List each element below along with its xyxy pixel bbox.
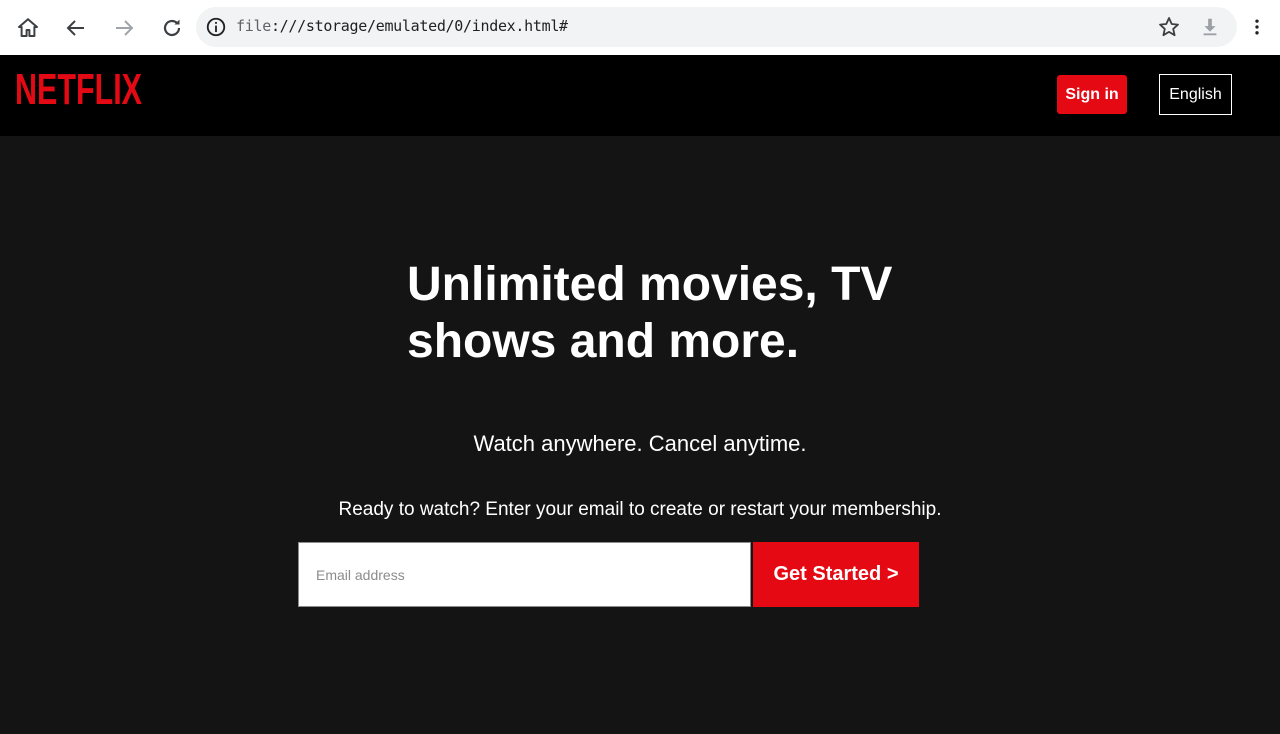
language-selector[interactable]: English <box>1159 74 1232 115</box>
netflix-logo[interactable]: NETFLIX <box>15 69 143 107</box>
browser-menu-button[interactable] <box>1245 13 1269 41</box>
sign-in-button[interactable]: Sign in <box>1057 75 1127 114</box>
bookmark-button[interactable] <box>1155 13 1183 41</box>
more-vert-icon <box>1255 19 1259 35</box>
star-icon <box>1159 17 1179 37</box>
site-header: NETFLIX Sign in English <box>0 55 1280 136</box>
get-started-button[interactable]: Get Started > <box>753 542 919 607</box>
back-arrow-icon <box>66 20 84 36</box>
url-scheme: file <box>236 17 271 35</box>
netflix-logo-text: NETFLIX <box>15 69 142 107</box>
forward-button[interactable] <box>107 11 141 45</box>
url-text[interactable]: file:///storage/emulated/0/index.html# <box>236 17 568 35</box>
back-button[interactable] <box>59 11 93 45</box>
download-button[interactable] <box>1196 13 1224 41</box>
home-button[interactable] <box>11 11 45 45</box>
membership-prompt: Ready to watch? Enter your email to crea… <box>338 499 942 520</box>
reload-icon <box>163 19 181 37</box>
hero-title: Unlimited movies, TV shows and more. <box>407 258 893 368</box>
reload-button[interactable] <box>155 11 189 45</box>
info-icon[interactable] <box>205 16 227 38</box>
address-bar[interactable]: file:///storage/emulated/0/index.html# <box>196 7 1237 47</box>
email-input[interactable] <box>298 542 751 607</box>
home-icon <box>18 18 38 37</box>
forward-arrow-icon <box>116 20 134 36</box>
browser-toolbar: file:///storage/emulated/0/index.html# <box>0 0 1280 55</box>
url-path: :///storage/emulated/0/index.html# <box>270 17 568 35</box>
hero-subtitle: Watch anywhere. Cancel anytime. <box>473 431 807 456</box>
download-icon <box>1203 18 1217 36</box>
